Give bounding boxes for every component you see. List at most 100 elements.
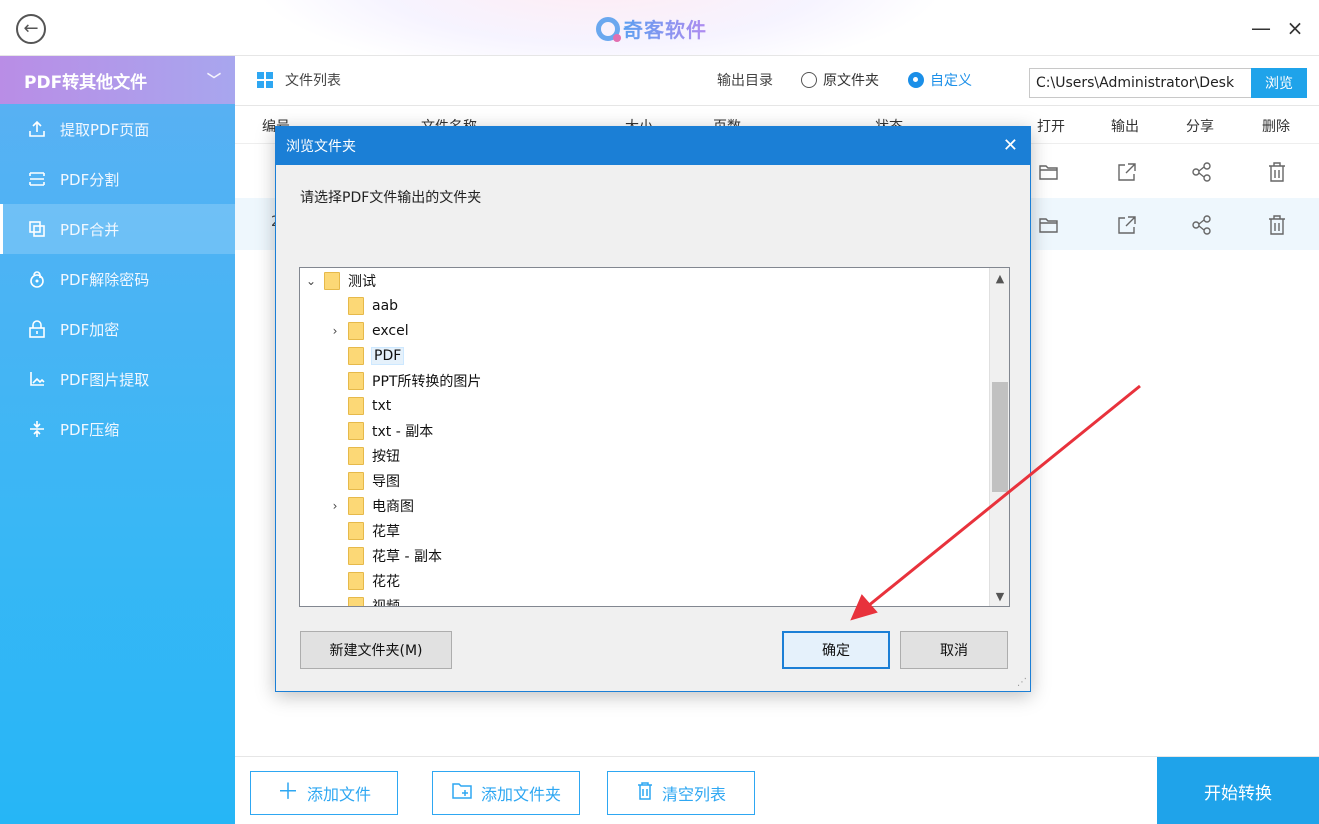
folder-icon [324, 272, 340, 290]
sidebar-item-split[interactable]: PDF分割 [0, 154, 235, 204]
add-folder-button[interactable]: 添加文件夹 [432, 771, 580, 815]
col-delete: 删除 [1262, 119, 1290, 135]
sidebar-item-label: PDF加密 [60, 320, 120, 339]
tree-item-label: 按钮 [372, 449, 400, 465]
sidebar-item-merge[interactable]: PDF合并 [0, 204, 235, 254]
folder-icon [348, 447, 364, 465]
tree-item-label: 电商图 [372, 499, 414, 515]
tree-item-label: aab [372, 298, 399, 314]
tree-item[interactable]: PPT所转换的图片 [328, 369, 481, 393]
scroll-down-icon[interactable]: ▼ [990, 586, 1009, 606]
tree-item[interactable]: 花草 [328, 519, 400, 543]
scrollbar-thumb[interactable] [992, 382, 1008, 492]
tree-item[interactable]: aab [328, 294, 398, 318]
tree-item[interactable]: › excel [328, 319, 409, 343]
add-file-button[interactable]: ＋ 添加文件 [250, 771, 398, 815]
trash-icon[interactable] [1265, 213, 1289, 237]
sidebar-item-encrypt[interactable]: PDF加密 [0, 304, 235, 354]
dialog-title: 浏览文件夹 [286, 139, 356, 155]
tree-item[interactable]: txt [328, 394, 391, 418]
tree-item-label: excel [372, 323, 409, 339]
new-folder-button[interactable]: 新建文件夹(M) [300, 631, 452, 669]
main-toolbar: 文件列表 输出目录 原文件夹 自定义 C:\Users\Administrato… [235, 56, 1319, 106]
dialog-close-icon[interactable]: ✕ [1003, 135, 1018, 156]
add-folder-label: 添加文件夹 [480, 785, 561, 804]
tree-item[interactable]: ⌄ 测试 [304, 269, 376, 293]
folder-icon [348, 472, 364, 490]
output-path-input[interactable]: C:\Users\Administrator\Desk [1029, 68, 1253, 98]
dialog-title-bar: 浏览文件夹 ✕ [276, 127, 1030, 165]
sidebar-header-label: PDF转其他文件 [24, 72, 148, 93]
tree-item-label: PDF [370, 347, 405, 365]
compress-icon [26, 418, 48, 440]
tree-item[interactable]: txt - 副本 [328, 419, 433, 443]
sidebar-item-label: 提取PDF页面 [60, 120, 150, 139]
tree-item-label: txt - 副本 [372, 424, 434, 440]
sidebar-item-compress[interactable]: PDF压缩 [0, 404, 235, 454]
start-convert-button[interactable]: 开始转换 [1157, 757, 1319, 824]
add-folder-icon [451, 781, 473, 805]
tree-item[interactable]: 花花 [328, 569, 400, 593]
tree-item[interactable]: 视频 [328, 594, 400, 606]
share-icon[interactable] [1190, 213, 1214, 237]
folder-icon [348, 397, 364, 415]
resize-grip-icon[interactable]: ⋰ [1017, 677, 1027, 688]
radio-icon [801, 72, 817, 88]
sidebar-item-label: PDF合并 [60, 220, 120, 239]
sidebar-item-remove-password[interactable]: PDF解除密码 [0, 254, 235, 304]
scroll-up-icon[interactable]: ▲ [990, 268, 1009, 288]
export-icon[interactable] [1115, 213, 1139, 237]
lock-icon [26, 318, 48, 340]
trash-icon[interactable] [1265, 160, 1289, 184]
folder-tree[interactable]: ⌄ 测试 aab › excel PDF PPT所转换的图片 txt txt -… [299, 267, 1010, 607]
folder-open-icon[interactable] [1037, 160, 1061, 184]
radio-original-folder[interactable]: 原文件夹 [801, 70, 879, 90]
radio-original-label: 原文件夹 [823, 73, 879, 89]
tree-item-label: 花草 [372, 524, 400, 540]
ok-button[interactable]: 确定 [782, 631, 890, 669]
sidebar-item-image-extract[interactable]: PDF图片提取 [0, 354, 235, 404]
tree-scrollbar[interactable]: ▲ ▼ [989, 268, 1009, 606]
merge-icon [26, 218, 48, 240]
tree-item-label: 花草 - 副本 [372, 549, 442, 565]
back-button[interactable]: ← [16, 14, 46, 44]
close-button[interactable]: × [1285, 14, 1305, 42]
export-icon[interactable] [1115, 160, 1139, 184]
radio-custom-label: 自定义 [930, 73, 972, 89]
cancel-button[interactable]: 取消 [900, 631, 1008, 669]
folder-icon [348, 322, 364, 340]
logo-icon [596, 16, 621, 42]
title-bar: ← 奇客软件 — × [0, 0, 1319, 56]
sidebar: PDF转其他文件 ﹀ 提取PDF页面 PDF分割 PDF合并 PDF解除密码 P… [0, 56, 235, 824]
chevron-right-icon[interactable]: › [328, 499, 342, 513]
sidebar-item-label: PDF图片提取 [60, 370, 150, 389]
tree-item-selected[interactable]: PDF [328, 344, 405, 368]
radio-selected-icon [908, 72, 924, 88]
split-icon [26, 168, 48, 190]
chevron-down-icon[interactable]: ⌄ [304, 274, 318, 288]
share-icon[interactable] [1190, 160, 1214, 184]
back-arrow-icon: ← [23, 18, 39, 39]
clear-list-label: 清空列表 [661, 785, 726, 804]
plus-icon: ＋ [276, 780, 299, 805]
tree-item[interactable]: 按钮 [328, 444, 400, 468]
folder-icon [348, 422, 364, 440]
tree-item-label: PPT所转换的图片 [372, 374, 482, 390]
tree-item[interactable]: 花草 - 副本 [328, 544, 442, 568]
chevron-down-icon: ﹀ [207, 73, 221, 89]
tree-item[interactable]: 导图 [328, 469, 400, 493]
tree-item[interactable]: › 电商图 [328, 494, 414, 518]
sidebar-header[interactable]: PDF转其他文件 ﹀ [0, 56, 235, 104]
folder-icon [348, 547, 364, 565]
clear-list-button[interactable]: 清空列表 [607, 771, 755, 815]
radio-custom-folder[interactable]: 自定义 [908, 70, 972, 90]
folder-icon [348, 522, 364, 540]
folder-icon [348, 597, 364, 606]
minimize-button[interactable]: — [1251, 14, 1271, 42]
sidebar-item-extract-pages[interactable]: 提取PDF页面 [0, 104, 235, 154]
folder-open-icon[interactable] [1037, 213, 1061, 237]
tree-item-label: txt [372, 398, 392, 414]
browse-button[interactable]: 浏览 [1251, 68, 1307, 98]
chevron-right-icon[interactable]: › [328, 324, 342, 338]
app-logo: 奇客软件 [596, 14, 707, 43]
